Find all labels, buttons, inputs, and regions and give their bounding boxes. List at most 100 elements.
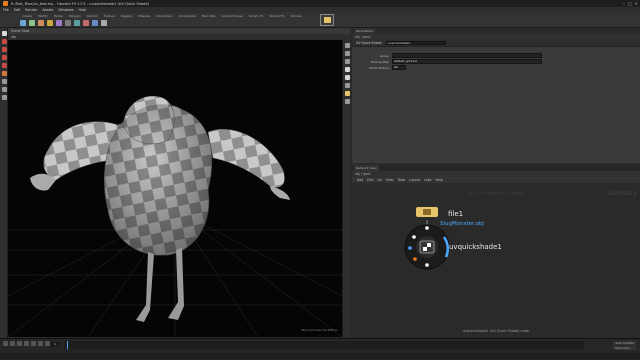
shelf-tab[interactable]: Model [52, 14, 65, 18]
play-reverse-icon[interactable] [17, 341, 22, 346]
playhead[interactable] [67, 341, 68, 349]
keys-only-button[interactable]: Keys Only [613, 346, 636, 350]
sphere-tool-icon[interactable] [29, 20, 35, 26]
step-back-icon[interactable] [10, 341, 15, 346]
current-frame-field[interactable]: 1 [50, 342, 60, 347]
shelf-tab[interactable]: Hair Utils [200, 14, 218, 18]
line-tool-icon[interactable] [74, 20, 80, 26]
shading-icon[interactable] [344, 51, 350, 56]
menu-windows[interactable]: Windows [58, 8, 73, 12]
play-icon[interactable] [31, 341, 36, 346]
tab-parameters[interactable]: Parameters [354, 28, 376, 34]
radial-bypass-icon[interactable] [412, 235, 416, 239]
step-forward-icon[interactable] [38, 341, 43, 346]
pose-tool-icon[interactable] [1, 71, 7, 76]
shelf-tab[interactable]: Rigging [119, 14, 134, 18]
file-node-label: file1 [448, 210, 464, 218]
minimize-icon[interactable]: – [623, 1, 625, 6]
select-tool-icon[interactable] [1, 31, 7, 36]
network-menu[interactable]: View [386, 178, 394, 182]
snap-tool-icon[interactable] [1, 87, 7, 92]
window-title: E:/Test_Files/uv_test.hip - Houdini FX 1… [11, 1, 150, 6]
radial-menu[interactable] [404, 224, 450, 270]
param-field[interactable]: On [392, 65, 406, 70]
params-node-header: UV Quick Shade uvquickshade1 [352, 40, 640, 47]
houdini-logo-icon [3, 1, 8, 6]
handle-tool-icon[interactable] [1, 63, 7, 68]
curve-tool-icon[interactable] [92, 20, 98, 26]
network-menu[interactable]: Labs [424, 178, 431, 182]
stop-icon[interactable] [24, 341, 29, 346]
camera-icon[interactable] [344, 99, 350, 104]
shelf-tab[interactable]: Create [20, 14, 34, 18]
jump-start-icon[interactable] [3, 341, 8, 346]
shelf-tab[interactable]: Guide Process [219, 14, 244, 18]
lights-icon[interactable] [344, 91, 350, 96]
viewport-path[interactable]: obj [11, 35, 16, 39]
radial-lock-icon[interactable] [425, 263, 429, 267]
network-graph [404, 207, 450, 270]
view-tool-icon[interactable] [1, 79, 7, 84]
move-tool-icon[interactable] [1, 39, 7, 44]
shelf-tab[interactable]: Texture [102, 14, 117, 18]
menu-render[interactable]: Render [25, 8, 37, 12]
close-icon[interactable]: × [635, 1, 638, 6]
torus-tool-icon[interactable] [47, 20, 53, 26]
param-field[interactable]: default_grid.pic [392, 59, 542, 64]
brush-tool-icon[interactable] [1, 95, 7, 100]
tab-network-view[interactable]: Network View [354, 165, 379, 171]
network-canvas[interactable]: Non-Commercial Edition Geometry file1 Sl… [352, 183, 640, 338]
shelf-tab[interactable]: Volume [288, 14, 303, 18]
tube-tool-icon[interactable] [38, 20, 44, 26]
shelf-tab[interactable]: Characters [154, 14, 174, 18]
shelf-tab[interactable]: Modify [36, 14, 50, 18]
display-options-icon[interactable] [344, 43, 350, 48]
shelf-tab[interactable]: Muscles [136, 14, 152, 18]
circle-tool-icon[interactable] [83, 20, 89, 26]
scale-tool-icon[interactable] [1, 55, 7, 60]
network-path[interactable]: obj / geo1 [355, 172, 371, 176]
network-menu[interactable]: Go [377, 178, 381, 182]
shelf-tab[interactable]: Simple FX [267, 14, 286, 18]
network-menu[interactable]: Edit [367, 178, 373, 182]
window-titlebar: E:/Test_Files/uv_test.hip - Houdini FX 1… [0, 0, 640, 7]
viewport-3d[interactable]: Non-Commercial Edition [8, 40, 342, 337]
file-node[interactable] [416, 207, 438, 217]
network-menu[interactable]: Add [357, 178, 363, 182]
timeline-bar[interactable] [64, 341, 584, 349]
window-controls: – □ × [623, 1, 638, 6]
radial-display-icon[interactable] [408, 246, 412, 250]
wireframe-icon[interactable] [344, 59, 350, 64]
shelf-tab[interactable]: Terrain FX [247, 14, 266, 18]
auto-update-button[interactable]: Auto Update [613, 341, 636, 345]
points-icon[interactable] [344, 67, 350, 72]
box-tool-icon[interactable] [20, 20, 26, 26]
menu-file[interactable]: File [3, 8, 9, 12]
maximize-icon[interactable]: □ [628, 1, 632, 6]
node-name-field[interactable]: uvquickshade1 [385, 40, 446, 46]
normals-icon[interactable] [344, 75, 350, 80]
creature-model[interactable] [30, 95, 290, 322]
network-menu[interactable]: Help [435, 178, 442, 182]
radial-info-icon[interactable] [425, 226, 429, 230]
font-tool-icon[interactable] [101, 20, 107, 26]
menu-edit[interactable]: Edit [14, 8, 21, 12]
rotate-tool-icon[interactable] [1, 47, 7, 52]
grid-tool-icon[interactable] [56, 20, 62, 26]
params-path[interactable]: obj / geo1 [355, 35, 371, 39]
network-menu[interactable]: Tools [397, 178, 405, 182]
param-group: Group [352, 53, 542, 58]
shelf-tab[interactable]: Deform [85, 14, 100, 18]
network-menu[interactable]: Layout [409, 178, 420, 182]
param-field[interactable] [392, 53, 542, 58]
param-label: Texture Map [370, 59, 389, 64]
null-tool-icon[interactable] [65, 20, 71, 26]
ghost-icon[interactable] [344, 83, 350, 88]
radial-template-icon[interactable] [413, 257, 417, 261]
shelf-tab[interactable]: Constraints [177, 14, 198, 18]
menu-assets[interactable]: Assets [42, 8, 53, 12]
menu-help[interactable]: Help [79, 8, 87, 12]
shelf-tab[interactable]: Polygon [67, 14, 83, 18]
tab-scene-view[interactable]: Scene View [11, 29, 29, 33]
current-tool-button[interactable] [320, 14, 334, 26]
